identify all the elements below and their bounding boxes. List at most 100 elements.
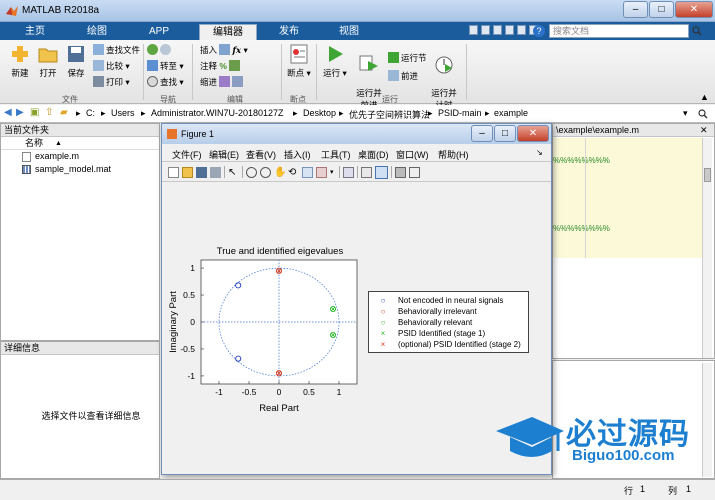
new-figure-icon[interactable] [168, 166, 179, 178]
legend-label: Behaviorally irrelevant [398, 307, 477, 316]
save-disk-icon [68, 46, 84, 62]
figure-maximize-icon[interactable]: □ [494, 125, 516, 142]
x-tick-label: 0 [277, 387, 282, 397]
show-plot-tools-icon[interactable] [409, 166, 420, 178]
figure-menu-view[interactable]: 查看(V) [246, 148, 276, 161]
save-icon[interactable] [469, 25, 478, 35]
address-search-icon[interactable] [698, 109, 708, 119]
maximize-icon[interactable]: □ [649, 1, 674, 18]
breadcrumb-psid-main[interactable]: PSID-main [438, 108, 482, 118]
breadcrumb-psid-folder[interactable]: 优先子空间辨识算法 [349, 108, 430, 121]
paste-icon[interactable] [505, 25, 514, 35]
file-list-header[interactable]: 名称 ▲ [1, 137, 159, 150]
advance-button[interactable]: 前进 [388, 70, 418, 83]
run-play-icon [329, 46, 343, 62]
up-folder-icon[interactable]: ⇧ [45, 107, 53, 118]
address-dropdown-icon[interactable]: ▾ [683, 108, 688, 119]
tab-apps[interactable]: APP [132, 24, 186, 40]
breadcrumb-administrator[interactable]: Administrator.WIN7U-20180127Z [151, 108, 284, 118]
run-section-button[interactable]: 运行节 [388, 52, 427, 65]
edit-plot-pointer-icon[interactable]: ↖ [228, 167, 239, 178]
print-figure-icon[interactable] [210, 166, 221, 178]
help-icon[interactable]: ? [533, 25, 545, 37]
fx-icon[interactable]: fx [232, 46, 241, 56]
rotate-3d-icon[interactable]: ⟲ [288, 167, 299, 178]
command-window-scrollbar[interactable] [702, 363, 712, 477]
tab-editor[interactable]: 编辑器 [199, 24, 257, 40]
figure-menu-insert[interactable]: 插入(I) [284, 148, 311, 161]
run-button[interactable]: 运行 ▾ [322, 43, 348, 79]
figure-close-icon[interactable]: ✕ [517, 125, 549, 142]
compare-button[interactable]: 比较 ▾ [93, 60, 130, 73]
legend-entry: ○ Behaviorally relevant [369, 317, 528, 328]
save-figure-icon[interactable] [196, 166, 207, 178]
run-and-time-button[interactable]: 运行并 计时 [428, 43, 460, 111]
save-button[interactable]: 保存 [62, 43, 90, 79]
new-button[interactable]: 新建 [6, 43, 34, 79]
search-icon[interactable] [692, 26, 702, 36]
undo-icon[interactable] [517, 25, 526, 35]
figure-dock-icon[interactable]: ↘ [536, 148, 543, 157]
editor-scrollbar[interactable] [702, 138, 712, 358]
legend-label: PSID Identified (stage 1) [398, 329, 486, 338]
open-file-icon[interactable] [182, 166, 193, 178]
editor-code-area[interactable] [553, 258, 703, 358]
browse-folder-icon[interactable]: ▣ [30, 107, 39, 118]
nav-back-forward[interactable] [147, 44, 173, 57]
figure-menu-desktop[interactable]: 桌面(D) [358, 148, 389, 161]
y-tick-label: -1 [187, 371, 195, 381]
editor-highlighted-section[interactable]: %%%%%%%% %%%%%%%% [553, 138, 703, 258]
tab-publish[interactable]: 发布 [262, 24, 316, 40]
file-list-item[interactable]: example.m [1, 150, 159, 163]
find-button[interactable]: 查找 ▾ [147, 76, 184, 89]
cut-icon[interactable] [481, 25, 490, 35]
close-icon[interactable]: ✕ [675, 1, 713, 18]
close-editor-icon[interactable]: ✕ [700, 125, 708, 136]
quick-access-toolbar [469, 25, 541, 37]
search-documentation-input[interactable]: 搜索文档 [549, 24, 689, 38]
figure-minimize-icon[interactable]: – [471, 125, 493, 142]
zoom-in-icon[interactable] [246, 166, 257, 178]
insert-button[interactable]: 插入 fx ▾ [200, 44, 248, 57]
tab-home[interactable]: 主页 [8, 24, 62, 40]
hide-plot-tools-icon[interactable] [395, 166, 406, 178]
breadcrumb-users[interactable]: Users [111, 108, 135, 118]
m-file-icon [22, 152, 31, 162]
name-column-header[interactable]: 名称 [25, 137, 43, 150]
breadcrumb-desktop[interactable]: Desktop [303, 108, 336, 118]
figure-menu-help[interactable]: 帮助(H) [438, 148, 469, 161]
code-cell-marks: %%%%%%%% [553, 224, 610, 233]
editor-tab-path[interactable]: \example\example.m [553, 124, 714, 137]
y-tick-label: 0.5 [183, 290, 195, 300]
zoom-out-icon[interactable] [260, 166, 271, 178]
forward-arrow-icon[interactable]: ▶ [16, 107, 24, 118]
breadcrumb-example[interactable]: example [494, 108, 528, 118]
comment-button[interactable]: 注释 % [200, 60, 242, 73]
indent-button[interactable]: 缩进 [200, 76, 245, 89]
back-arrow-icon[interactable]: ◀ [4, 107, 12, 118]
row-label: 行 [624, 486, 634, 496]
insert-colorbar-icon[interactable] [361, 166, 372, 178]
find-files-button[interactable]: 查找文件 [93, 44, 140, 57]
open-button[interactable]: 打开 [34, 43, 62, 79]
figure-menu-window[interactable]: 窗口(W) [396, 148, 429, 161]
copy-icon[interactable] [493, 25, 502, 35]
link-plot-icon[interactable] [343, 166, 354, 178]
minimize-icon[interactable]: – [623, 1, 648, 18]
brush-icon[interactable] [316, 166, 327, 178]
breakpoints-button[interactable]: 断点 ▾ [286, 43, 312, 79]
figure-menu-file[interactable]: 文件(F) [172, 148, 202, 161]
figure-menu-edit[interactable]: 编辑(E) [209, 148, 239, 161]
collapse-ribbon-icon[interactable]: ▲ [700, 92, 709, 102]
print-button[interactable]: 打印 ▾ [93, 76, 130, 89]
tab-view[interactable]: 视图 [322, 24, 376, 40]
insert-legend-icon[interactable] [375, 165, 388, 179]
file-list-item[interactable]: sample_model.mat [1, 163, 159, 176]
figure-menu-tools[interactable]: 工具(T) [321, 148, 351, 161]
breadcrumb-c[interactable]: C: [86, 108, 95, 118]
goto-button[interactable]: 转至 ▾ [147, 60, 184, 73]
tab-plots[interactable]: 绘图 [70, 24, 124, 40]
pan-hand-icon[interactable]: ✋ [274, 167, 286, 178]
data-cursor-icon[interactable] [302, 166, 313, 178]
chart-legend[interactable]: ○ Not encoded in neural signals ○ Behaviora… [368, 291, 529, 353]
